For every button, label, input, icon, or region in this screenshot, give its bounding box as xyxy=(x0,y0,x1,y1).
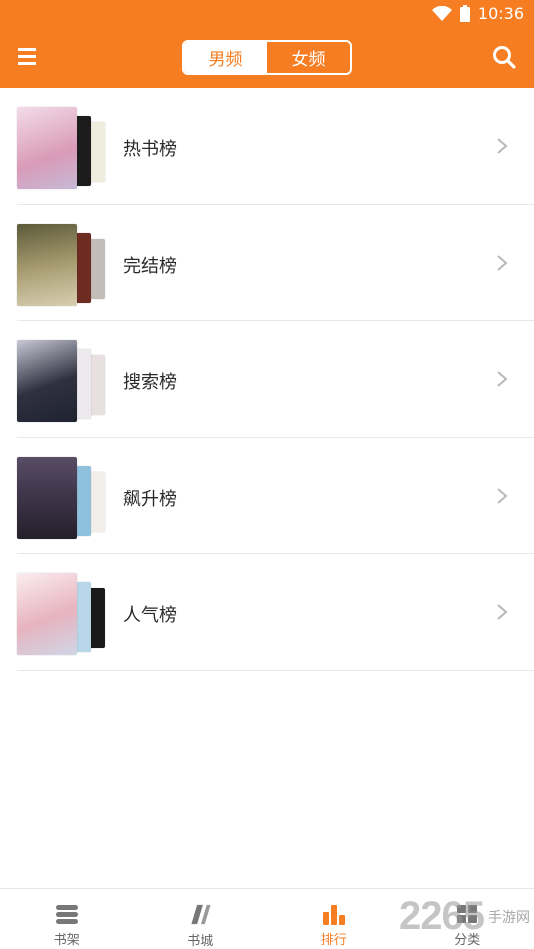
ranking-list: 热书榜 完结榜 搜索榜 飙升榜 人气榜 xyxy=(0,88,534,671)
book-cover xyxy=(75,116,91,186)
book-covers xyxy=(17,573,107,655)
book-cover xyxy=(75,582,91,652)
nav-label: 书架 xyxy=(53,933,80,948)
nav-item-bookstore[interactable]: 书城 xyxy=(134,889,268,949)
status-time: 10:36 xyxy=(477,4,524,23)
book-cover xyxy=(75,465,91,536)
nav-label: 排行 xyxy=(320,933,347,948)
book-covers xyxy=(17,107,107,189)
bookshelf-icon xyxy=(55,905,78,924)
category-icon xyxy=(457,905,478,923)
book-covers xyxy=(17,456,107,539)
book-covers xyxy=(17,223,107,306)
nav-item-category[interactable]: 分类 xyxy=(401,889,534,949)
status-bar: 10:36 xyxy=(0,0,534,29)
channel-toggle: 男频 女频 xyxy=(182,40,352,75)
ranking-item-search[interactable]: 搜索榜 xyxy=(17,321,534,438)
ranking-icon xyxy=(322,905,345,925)
book-cover xyxy=(89,122,105,182)
ranking-item-completed[interactable]: 完结榜 xyxy=(17,205,534,321)
ranking-item-rising[interactable]: 飙升榜 xyxy=(17,438,534,554)
nav-label: 书城 xyxy=(187,934,214,949)
book-cover xyxy=(17,340,77,422)
ranking-item-label: 飙升榜 xyxy=(123,488,177,510)
tab-male[interactable]: 男频 xyxy=(184,42,267,73)
book-cover xyxy=(17,107,77,189)
book-cover xyxy=(89,355,105,415)
ranking-item-label: 完结榜 xyxy=(123,255,177,277)
chevron-right-icon xyxy=(497,254,508,271)
menu-icon xyxy=(18,48,36,65)
book-cover xyxy=(89,588,105,648)
nav-item-bookshelf[interactable]: 书架 xyxy=(0,889,134,949)
battery-icon xyxy=(459,5,470,22)
nav-item-ranking[interactable]: 排行 xyxy=(267,889,401,949)
book-cover xyxy=(75,232,91,303)
book-cover xyxy=(17,223,77,306)
menu-button[interactable] xyxy=(16,44,42,70)
bottom-nav: 书架 书城 排行 分类 xyxy=(0,888,534,949)
app-header: 男频 女频 xyxy=(0,29,534,88)
bookstore-icon xyxy=(191,904,211,925)
ranking-item-popular[interactable]: 人气榜 xyxy=(17,554,534,671)
book-cover xyxy=(89,471,105,532)
chevron-right-icon xyxy=(497,487,508,504)
chevron-right-icon xyxy=(497,371,508,387)
book-covers xyxy=(17,340,107,422)
ranking-item-hot[interactable]: 热书榜 xyxy=(17,88,534,205)
wifi-icon xyxy=(431,5,452,21)
status-icons: 10:36 xyxy=(431,4,524,23)
chevron-right-icon xyxy=(497,138,508,154)
book-cover xyxy=(17,573,77,655)
ranking-item-label: 人气榜 xyxy=(123,605,177,626)
nav-label: 分类 xyxy=(454,933,481,948)
book-cover xyxy=(75,349,91,419)
ranking-item-label: 搜索榜 xyxy=(123,372,177,393)
tab-female[interactable]: 女频 xyxy=(267,42,350,73)
search-icon xyxy=(493,46,516,69)
book-cover xyxy=(89,238,105,299)
book-cover xyxy=(17,456,77,539)
search-button[interactable] xyxy=(490,43,518,71)
ranking-item-label: 热书榜 xyxy=(123,139,177,160)
chevron-right-icon xyxy=(497,604,508,620)
